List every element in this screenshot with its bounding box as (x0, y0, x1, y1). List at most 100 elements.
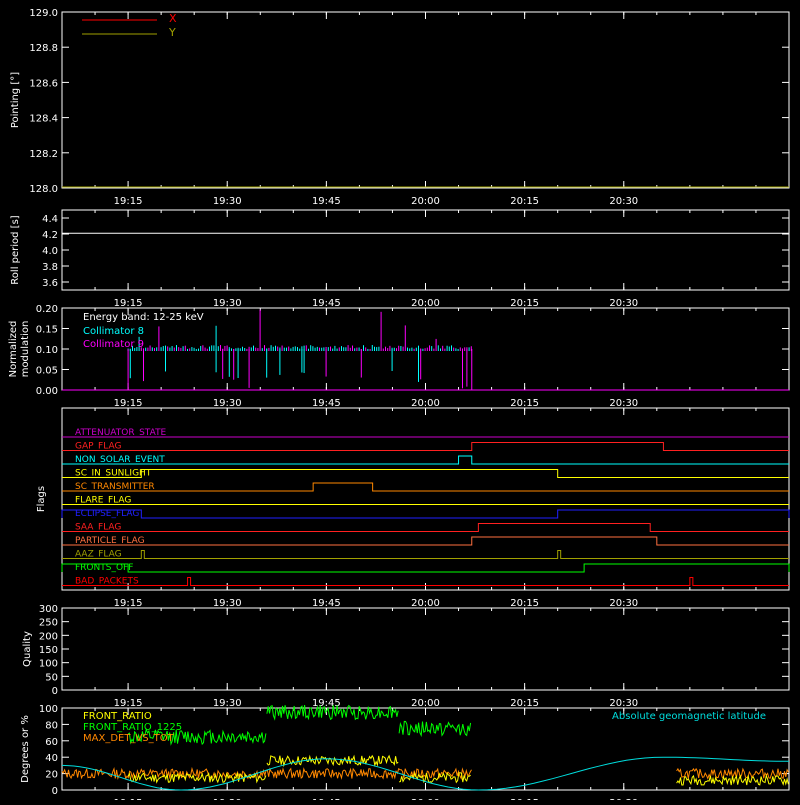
legend-label-front-ratio: FRONT_RATIO (83, 711, 152, 722)
x-tick-label: 19:15 (114, 598, 143, 609)
y-tick-label: 50 (45, 672, 58, 683)
x-tick-label: 20:00 (411, 298, 440, 309)
y-tick-label: 4.0 (42, 246, 58, 257)
y-tick-label: 128.2 (29, 149, 58, 160)
legend-label-front-ratio-1225: FRONT_RATIO_1225 (83, 722, 182, 733)
x-tick-label: 19:45 (312, 598, 341, 609)
panel-frame-2 (61, 209, 790, 291)
flag-label: PARTICLE_FLAG (75, 536, 145, 546)
y-tick-label: 300 (39, 604, 58, 615)
legend-label-collimator9: Collimator 9 (83, 339, 144, 350)
y-tick-label: 4.4 (42, 214, 58, 225)
flag-label: GAP_FLAG (75, 442, 121, 452)
ratio-series-trace (398, 720, 472, 738)
quicklook-panels: 19:15 19:30 19:45 20:00 20:15 20:30 128.0 128.2… (8, 8, 790, 805)
flag-label: NON_SOLAR_EVENT (75, 455, 165, 465)
ratio-series-trace (266, 704, 399, 721)
y-tick-label: 80 (45, 720, 58, 731)
flag-label: AAZ_FLAG (75, 550, 122, 560)
x-tick-label: 20:15 (510, 196, 539, 207)
flag-trace (62, 536, 789, 546)
y-axis-label: Flags (36, 486, 47, 512)
y-axis-label: Quality (22, 631, 33, 667)
y-tick-label: 0.05 (36, 366, 58, 377)
y-axis-label: Pointing [°] (10, 72, 21, 128)
y-tick-label: 100 (39, 659, 58, 670)
legend-label-x: X (169, 12, 177, 25)
x-tick-label: 19:45 (312, 398, 341, 409)
y-tick-label: 60 (45, 737, 58, 748)
x-tick-label: 19:15 (114, 398, 143, 409)
flag-label: SC_TRANSMITTER (75, 482, 155, 492)
x-tick-label: 20:15 (510, 298, 539, 309)
flag-label: FLARE_FLAG (75, 496, 131, 506)
x-tick-label: 20:15 (510, 398, 539, 409)
legend-label-geomag: Absolute geomagnetic latitude (612, 711, 766, 722)
y-axis-label-line1: Normalized (8, 321, 19, 378)
flag-trace (61, 563, 790, 573)
y-tick-label: 4.2 (42, 230, 58, 241)
ratio-series-trace (676, 773, 789, 786)
x-tick-label: 19:15 (114, 298, 143, 309)
y-tick-label: 3.8 (42, 262, 58, 273)
x-tick-label: 20:00 (411, 196, 440, 207)
flag-label: ATTENUATOR_STATE (75, 428, 167, 438)
y-tick-label: 0 (52, 686, 58, 697)
x-tick-label: 19:30 (213, 298, 242, 309)
flag-trace (62, 482, 789, 492)
legend-label-collimator8: Collimator 8 (83, 326, 144, 337)
x-tick-label: 20:15 (510, 598, 539, 609)
x-tick-label: 20:30 (609, 196, 638, 207)
flag-label: FRONTS_OFF (75, 563, 133, 573)
y-tick-label: 0.15 (36, 325, 58, 336)
flag-label: BAD_PACKETS (75, 577, 139, 587)
y-tick-label: 128.4 (29, 114, 58, 125)
y-tick-label: 128.8 (29, 43, 58, 54)
ratio-series-trace (398, 771, 471, 784)
y-axis-label: Roll period [s] (10, 215, 21, 284)
y-tick-label: 200 (39, 631, 58, 642)
x-tick-label: 19:30 (213, 398, 242, 409)
panel-frame-4 (61, 407, 790, 591)
x-tick-label: 19:15 (114, 196, 143, 207)
y-tick-label: 20 (45, 770, 58, 781)
x-tick-label: 19:30 (213, 196, 242, 207)
x-tick-label: 19:45 (312, 298, 341, 309)
x-tick-label: 20:30 (609, 298, 638, 309)
flag-trace (62, 550, 789, 559)
y-axis-label-line2: modulation (20, 321, 31, 378)
y-axis-label: Degrees or % (20, 715, 31, 783)
flag-trace (62, 469, 789, 478)
y-tick-label: 0.10 (36, 345, 58, 356)
y-tick-label: 250 (39, 618, 58, 629)
y-tick-label: 40 (45, 753, 58, 764)
y-tick-label: 128.6 (29, 78, 58, 89)
x-tick-label: 20:00 (411, 698, 440, 709)
x-tick-label: 20:00 (411, 598, 440, 609)
hessi-quicklook-figure: 19:15 19:30 19:45 20:00 20:15 20:30 128.0 128.2… (0, 0, 800, 805)
x-tick-label: 19:30 (213, 698, 242, 709)
flag-label: ECLIPSE_FLAG (75, 509, 139, 519)
y-tick-label: 150 (39, 645, 58, 656)
x-tick-label: 20:30 (609, 698, 638, 709)
flag-label: SAA_FLAG (75, 523, 121, 533)
legend-label-max-det: MAX_DET_VS_TOT (83, 733, 175, 744)
y-tick-label: 128.0 (29, 184, 58, 195)
y-tick-label: 0 (52, 786, 58, 797)
panel-frame-5 (61, 607, 790, 691)
y-tick-label: 3.6 (42, 278, 58, 289)
x-tick-label: 20:30 (609, 398, 638, 409)
energy-band-annotation: Energy band: 12-25 keV (83, 312, 204, 323)
x-tick-label: 19:15 (114, 698, 143, 709)
x-tick-label: 20:00 (411, 398, 440, 409)
x-tick-label: 20:15 (510, 698, 539, 709)
y-tick-label: 0.20 (36, 304, 58, 315)
legend-label-y: Y (168, 26, 176, 39)
flag-trace (62, 455, 789, 465)
x-tick-label: 20:30 (609, 598, 638, 609)
x-tick-label: 19:45 (312, 196, 341, 207)
flag-label: SC_IN_SUNLIGHT (75, 469, 152, 479)
y-tick-label: 100 (39, 704, 58, 715)
y-tick-label: 129.0 (29, 8, 58, 19)
y-tick-label: 0.00 (36, 386, 58, 397)
